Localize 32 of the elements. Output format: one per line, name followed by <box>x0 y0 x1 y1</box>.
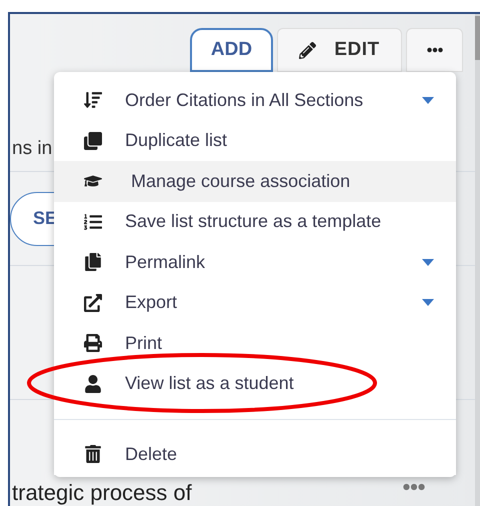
menu-item-label: Delete <box>125 442 178 466</box>
menu-item[interactable]: Permalink <box>54 242 456 282</box>
menu-item[interactable]: Export <box>54 282 456 323</box>
menu-item-label: Duplicate list <box>125 129 228 152</box>
menu-item[interactable]: Order Citations in All Sections <box>54 80 456 120</box>
menu-item[interactable]: Print <box>54 323 456 364</box>
trash-icon <box>84 445 102 464</box>
background-text: ns in <box>12 136 52 160</box>
numbered-list-icon <box>84 212 102 231</box>
menu-item-label: Order Citations in All Sections <box>125 88 364 112</box>
user-icon <box>84 374 102 393</box>
menu-item-label: Export <box>125 291 178 314</box>
edit-button[interactable]: EDIT <box>277 28 402 72</box>
printer-icon <box>84 334 102 352</box>
menu-item[interactable]: Save list structure as a template <box>54 202 456 242</box>
documents-icon <box>84 253 102 272</box>
menu-item-label: View list as a student <box>125 372 294 396</box>
sort-down-icon <box>84 91 102 110</box>
menu-item-label: Permalink <box>125 250 206 274</box>
duplicate-icon <box>84 132 102 150</box>
menu-item-label: Manage course association <box>131 170 350 193</box>
external-link-icon <box>84 294 102 312</box>
background-text: trategic process of <box>12 482 192 504</box>
menu-item[interactable]: Duplicate list <box>54 120 456 161</box>
menu-item[interactable]: Delete <box>54 434 456 474</box>
pencil-icon <box>299 42 316 58</box>
menu-item[interactable]: Manage course association <box>54 161 456 202</box>
menu-item-label: Print <box>125 332 162 355</box>
menu-item[interactable]: View list as a student <box>54 364 456 404</box>
more-button[interactable] <box>406 28 463 72</box>
menu-item-label: Save list structure as a template <box>125 210 382 234</box>
add-button[interactable]: ADD <box>190 28 273 72</box>
